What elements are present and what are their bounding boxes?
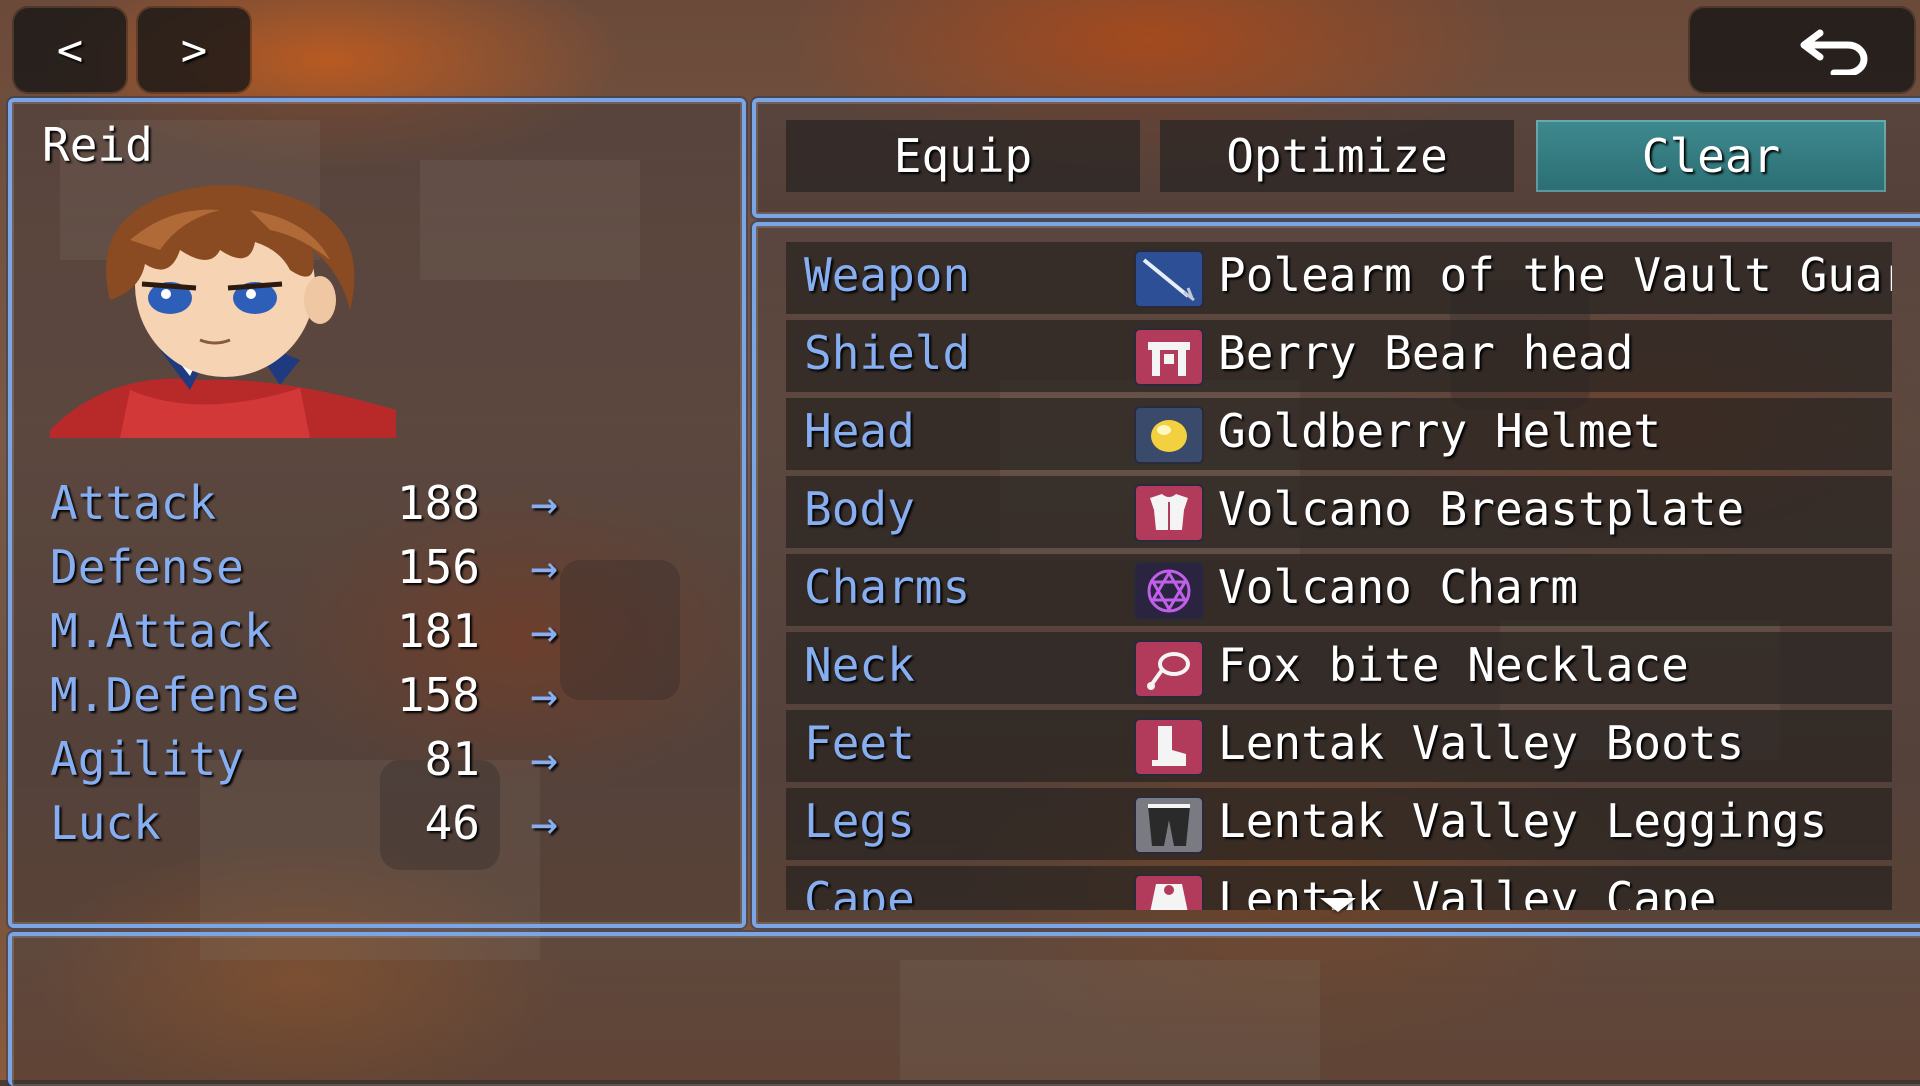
undo-arrow-icon [1798, 25, 1874, 75]
slot-label: Neck [804, 638, 915, 692]
necklace-icon [1134, 640, 1204, 698]
right-arrow-icon: → [530, 732, 558, 786]
slot-label: Legs [804, 794, 915, 848]
slot-item-name: Volcano Breastplate [1218, 482, 1745, 536]
param-label: Luck [50, 796, 161, 850]
right-arrow-icon: → [530, 796, 558, 850]
param-value: 181 [396, 604, 480, 658]
prev-actor-button[interactable]: < [14, 8, 126, 92]
slot-item-name: Polearm of the Vault Guardian [1218, 248, 1892, 302]
scroll-down-arrow-icon[interactable] [1320, 898, 1356, 912]
param-row-agility: Agility 81 → [50, 732, 570, 788]
slot-item-name: Lentak Valley Boots [1218, 716, 1745, 770]
param-value: 81 [424, 732, 480, 786]
actor-portrait [50, 180, 396, 438]
cape-icon [1134, 874, 1204, 910]
slot-feet[interactable]: Feet Lentak Valley Boots [786, 710, 1892, 782]
param-label: M.Attack [50, 604, 272, 658]
gold-orb-icon [1134, 406, 1204, 464]
param-value: 188 [396, 476, 480, 530]
slot-label: Charms [804, 560, 971, 614]
breastplate-icon [1134, 484, 1204, 542]
slot-legs[interactable]: Legs Lentak Valley Leggings [786, 788, 1892, 860]
slot-item-name: Fox bite Necklace [1218, 638, 1689, 692]
command-label: Equip [893, 129, 1033, 183]
slot-charms[interactable]: Charms Volcano Charm [786, 554, 1892, 626]
param-value: 156 [396, 540, 480, 594]
param-row-attack: Attack 188 → [50, 476, 570, 532]
help-window [8, 932, 1920, 1086]
command-label: Clear [1641, 129, 1781, 183]
param-label: Agility [50, 732, 244, 786]
slot-item-name: Lentak Valley Leggings [1218, 794, 1828, 848]
command-label: Optimize [1226, 129, 1448, 183]
param-row-defense: Defense 156 → [50, 540, 570, 596]
param-value: 158 [396, 668, 480, 722]
optimize-command[interactable]: Optimize [1160, 120, 1514, 192]
slot-weapon[interactable]: Weapon Polearm of the Vault Guardian [786, 242, 1892, 314]
param-label: Attack [50, 476, 217, 530]
leggings-icon [1134, 796, 1204, 854]
slot-item-name: Lentak Valley Cape [1218, 872, 1717, 910]
slot-label: Body [804, 482, 915, 536]
param-label: M.Defense [50, 668, 300, 722]
slot-label: Feet [804, 716, 915, 770]
prev-label: < [56, 24, 84, 76]
slot-item-name: Volcano Charm [1218, 560, 1579, 614]
slot-list[interactable]: Weapon Polearm of the Vault Guardian Shi… [786, 242, 1892, 910]
slot-label: Shield [804, 326, 971, 380]
back-button[interactable] [1690, 8, 1914, 92]
clear-command[interactable]: Clear [1536, 120, 1886, 192]
param-row-m-attack: M.Attack 181 → [50, 604, 570, 660]
slot-neck[interactable]: Neck Fox bite Necklace [786, 632, 1892, 704]
slot-item-name: Goldberry Helmet [1218, 404, 1662, 458]
right-arrow-icon: → [530, 668, 558, 722]
slot-label: Weapon [804, 248, 971, 302]
slot-item-name: Berry Bear head [1218, 326, 1634, 380]
slot-shield[interactable]: Shield Berry Bear head [786, 320, 1892, 392]
slot-label: Head [804, 404, 915, 458]
slot-label: Cape [804, 872, 915, 910]
actor-name: Reid [42, 118, 153, 172]
next-actor-button[interactable]: > [138, 8, 250, 92]
param-label: Defense [50, 540, 244, 594]
right-arrow-icon: → [530, 540, 558, 594]
right-arrow-icon: → [530, 476, 558, 530]
param-row-m-defense: M.Defense 158 → [50, 668, 570, 724]
boot-icon [1134, 718, 1204, 776]
polearm-icon [1134, 250, 1204, 308]
next-label: > [180, 24, 208, 76]
slot-body[interactable]: Body Volcano Breastplate [786, 476, 1892, 548]
param-value: 46 [424, 796, 480, 850]
equip-command[interactable]: Equip [786, 120, 1140, 192]
slot-head[interactable]: Head Goldberry Helmet [786, 398, 1892, 470]
hexagram-icon [1134, 562, 1204, 620]
bear-head-icon [1134, 328, 1204, 386]
param-row-luck: Luck 46 → [50, 796, 570, 852]
right-arrow-icon: → [530, 604, 558, 658]
